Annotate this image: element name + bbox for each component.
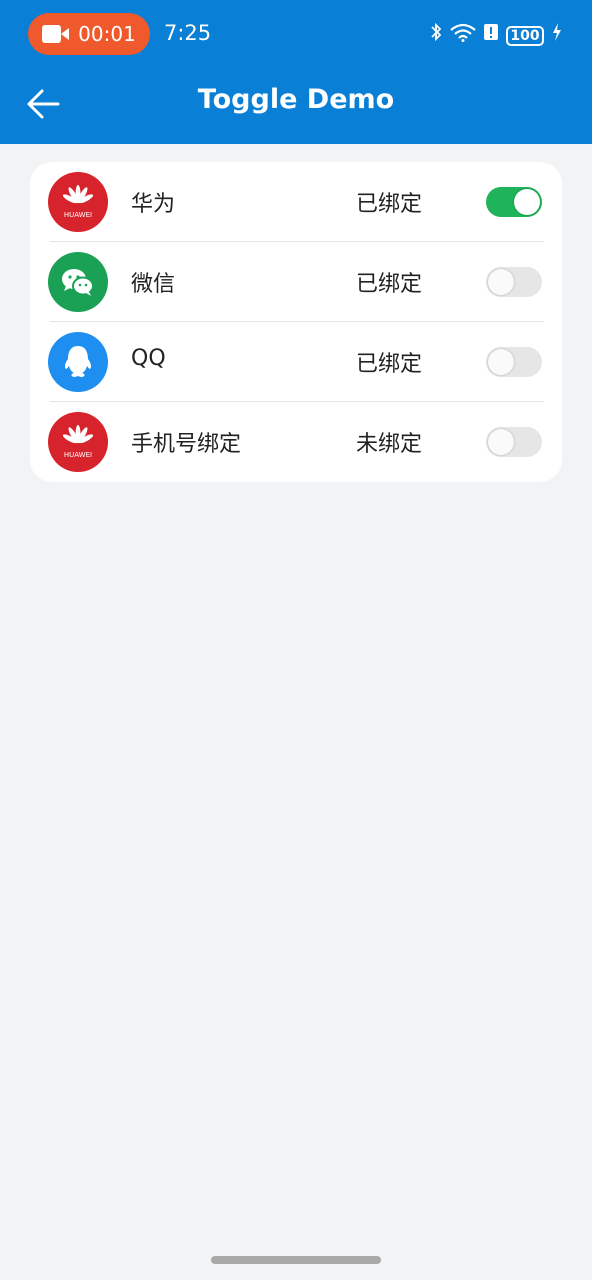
- recording-time: 00:01: [78, 22, 136, 46]
- page-title: Toggle Demo: [197, 84, 395, 115]
- charging-icon: [552, 22, 562, 49]
- svg-text:HUAWEI: HUAWEI: [64, 451, 92, 459]
- screen-recording-indicator[interactable]: 00:01: [28, 13, 150, 55]
- home-indicator[interactable]: [211, 1256, 381, 1264]
- binding-status: 已绑定: [356, 352, 423, 377]
- binding-toggle-huawei[interactable]: [486, 187, 542, 217]
- binding-toggle-wechat[interactable]: [486, 267, 542, 297]
- qq-logo-icon: [48, 332, 108, 392]
- list-item-huawei: HUAWEI 华为 已绑定: [30, 162, 562, 242]
- bluetooth-icon: [430, 22, 442, 49]
- binding-toggle-phone[interactable]: [486, 427, 542, 457]
- list-item-phone: HUAWEI 手机号绑定 未绑定: [30, 402, 562, 482]
- binding-status: 已绑定: [356, 192, 423, 217]
- list-item-qq: QQ 已绑定: [30, 322, 562, 402]
- wifi-icon: [450, 22, 476, 49]
- binding-status: 未绑定: [356, 432, 423, 457]
- svg-text:HUAWEI: HUAWEI: [64, 211, 92, 219]
- toggle-knob: [488, 269, 514, 295]
- app-bar: Toggle Demo: [0, 70, 592, 144]
- battery-icon: 100: [506, 25, 544, 46]
- status-clock: 7:25: [164, 21, 212, 45]
- toggle-knob: [514, 189, 540, 215]
- status-bar: 00:01 7:25 100: [0, 0, 592, 70]
- video-camera-icon: [42, 25, 70, 43]
- toggle-knob: [488, 429, 514, 455]
- account-name: 手机号绑定: [131, 432, 242, 457]
- binding-status: 已绑定: [356, 272, 423, 297]
- huawei-logo-icon: HUAWEI: [48, 412, 108, 472]
- toggle-knob: [488, 349, 514, 375]
- account-name: 微信: [131, 272, 176, 297]
- huawei-logo-icon: HUAWEI: [48, 172, 108, 232]
- list-item-wechat: 微信 已绑定: [30, 242, 562, 322]
- status-icons: 100: [430, 22, 562, 49]
- wechat-logo-icon: [48, 252, 108, 312]
- account-binding-list: HUAWEI 华为 已绑定 微信 已绑定 QQ 已绑定 HUAWEI 手机号绑定…: [30, 162, 562, 482]
- account-name: QQ: [131, 346, 166, 371]
- account-name: 华为: [131, 192, 176, 217]
- binding-toggle-qq[interactable]: [486, 347, 542, 377]
- alert-icon: [484, 22, 498, 49]
